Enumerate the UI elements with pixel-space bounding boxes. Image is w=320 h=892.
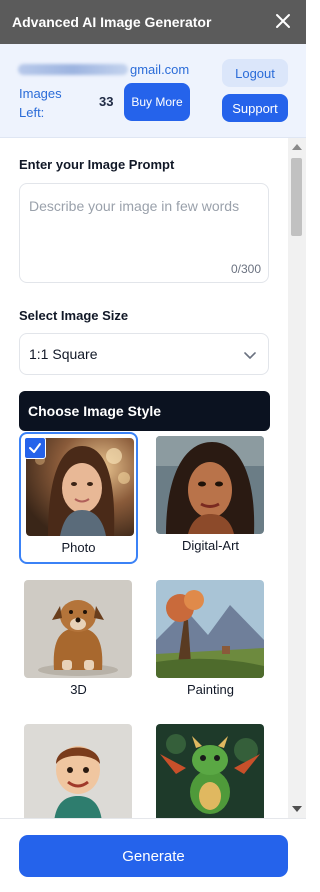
cartoon-thumbnail: [24, 724, 132, 818]
style-tile-photo[interactable]: Photo: [19, 432, 138, 564]
image-size-select[interactable]: 1:1 Square: [19, 333, 269, 375]
title-bar: Advanced AI Image Generator: [0, 0, 306, 44]
footer-bar: Generate: [0, 818, 306, 892]
image-size-value: 1:1 Square: [29, 346, 98, 362]
digital-art-thumbnail: [156, 436, 264, 534]
style-tile-fantasy[interactable]: [151, 720, 270, 818]
size-label: Select Image Size: [19, 308, 129, 323]
chevron-down-icon: [244, 352, 256, 359]
account-panel: gmail.com Images Left: 33 Buy More Logou…: [0, 44, 306, 138]
support-button[interactable]: Support: [222, 94, 288, 122]
style-label-3d: 3D: [70, 682, 87, 697]
images-left-count: 33: [99, 94, 114, 109]
scrollbar-thumb[interactable]: [291, 158, 302, 236]
main-scroll-area: Enter your Image Prompt Describe your im…: [0, 138, 288, 818]
logout-button[interactable]: Logout: [222, 59, 288, 87]
buy-more-button[interactable]: Buy More: [124, 83, 190, 121]
style-section-header: Choose Image Style: [19, 391, 270, 431]
style-label-digital-art: Digital-Art: [181, 538, 240, 553]
fantasy-thumbnail: [156, 724, 264, 818]
style-label-painting: Painting: [187, 682, 234, 697]
style-label-photo: Photo: [61, 540, 96, 555]
close-icon[interactable]: [272, 10, 294, 32]
style-tile-3d[interactable]: 3D: [19, 576, 138, 708]
style-tile-painting[interactable]: Painting: [151, 576, 270, 708]
email-redaction: [18, 64, 128, 75]
style-tile-digital-art[interactable]: Digital-Art: [151, 432, 270, 564]
prompt-textarea[interactable]: Describe your image in few words 0/300: [19, 183, 269, 283]
window-title: Advanced AI Image Generator: [12, 14, 212, 30]
prompt-placeholder: Describe your image in few words: [29, 198, 240, 214]
scroll-up-arrow-icon[interactable]: [292, 144, 302, 150]
email-domain: gmail.com: [130, 62, 190, 77]
scroll-down-arrow-icon[interactable]: [292, 806, 302, 812]
style-tile-cartoon[interactable]: [19, 720, 138, 818]
3d-thumbnail: [24, 580, 132, 678]
char-counter: 0/300: [230, 262, 261, 276]
user-email: gmail.com: [18, 62, 189, 77]
prompt-label: Enter your Image Prompt: [19, 157, 175, 172]
selected-check-icon: [24, 437, 46, 459]
vertical-scrollbar[interactable]: [288, 138, 306, 818]
painting-thumbnail: [156, 580, 264, 678]
generate-button[interactable]: Generate: [19, 835, 288, 877]
images-left-label: Images Left:: [19, 86, 62, 120]
